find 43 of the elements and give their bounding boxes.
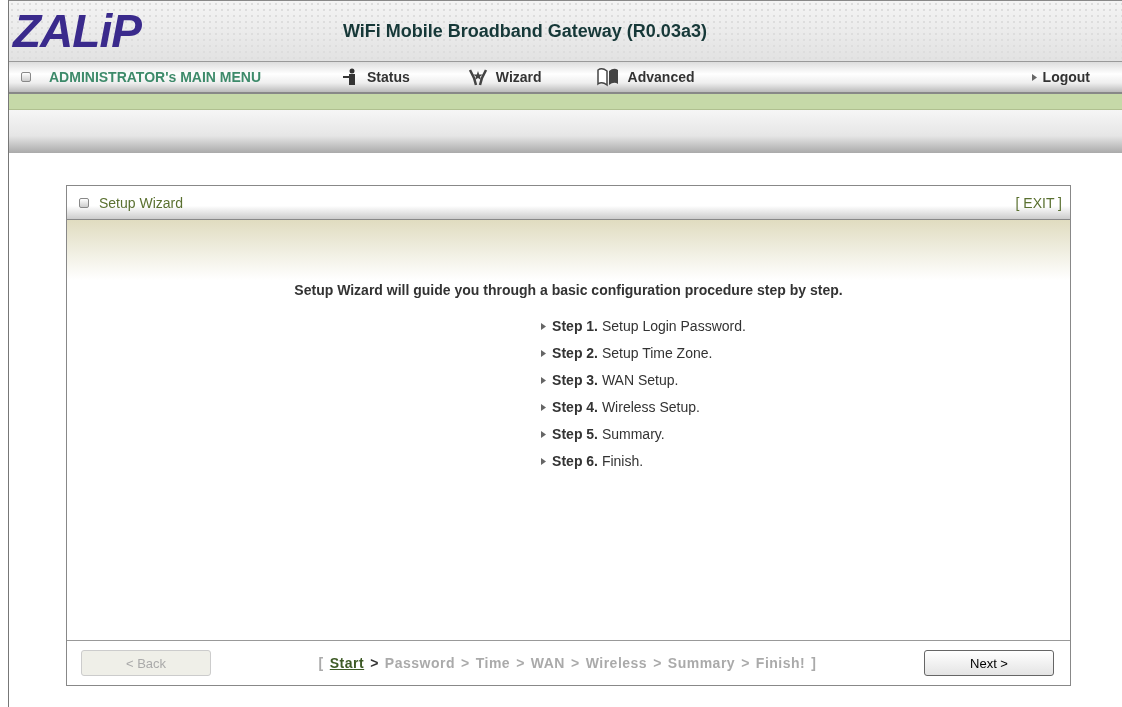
progress-step: Wireless — [585, 655, 648, 671]
step-text: Step 5. Summary. — [552, 426, 665, 442]
bullet-icon — [541, 376, 547, 384]
exit-link[interactable]: [ EXIT ] — [1015, 194, 1062, 211]
star-hands-icon — [467, 68, 488, 86]
bullet-icon — [541, 403, 547, 411]
menu-title: ADMINISTRATOR's MAIN MENU — [49, 69, 262, 85]
separator: > — [516, 655, 525, 671]
bracket: ] — [811, 655, 817, 671]
next-button[interactable]: Next > — [924, 650, 1054, 676]
logo: ZALiP — [11, 8, 143, 54]
progress-step: Finish! — [755, 655, 806, 671]
separator: > — [741, 655, 750, 671]
nav-link[interactable]: Status — [341, 68, 410, 86]
separator: > — [370, 655, 379, 671]
book-icon — [595, 67, 620, 87]
nav-link[interactable]: Advanced — [595, 67, 695, 87]
square-bullet-icon — [21, 72, 31, 82]
progress-step: Start — [329, 655, 365, 671]
square-bullet-icon — [79, 197, 89, 208]
panel-title: Setup Wizard — [99, 194, 184, 211]
progress-step: Password — [384, 655, 455, 671]
progress-step: Summary — [667, 655, 736, 671]
separator: > — [461, 655, 470, 671]
step-text: Step 4. Wireless Setup. — [552, 399, 700, 415]
step-text: Step 1. Setup Login Password. — [552, 318, 746, 334]
step-text: Step 2. Setup Time Zone. — [552, 345, 713, 361]
bullet-icon — [541, 457, 547, 465]
bullet-icon — [541, 349, 547, 357]
caret-icon — [1031, 73, 1037, 81]
progress-step: Time — [475, 655, 511, 671]
step-text: Step 6. Finish. — [552, 453, 644, 469]
bracket: [ — [318, 655, 324, 671]
bullet-icon — [541, 322, 547, 330]
step-text: Step 3. WAN Setup. — [552, 372, 679, 388]
separator: > — [653, 655, 662, 671]
separator: > — [571, 655, 580, 671]
bullet-icon — [541, 430, 547, 438]
nav-link[interactable]: Wizard — [467, 68, 542, 86]
progress-step: WAN — [530, 655, 565, 671]
logout-link[interactable]: Logout — [1031, 69, 1090, 85]
intro-text: Setup Wizard will guide you through a basic configuration procedure step by step. — [294, 282, 843, 298]
page-title: WiFi Mobile Broadband Gateway (R0.03a3) — [343, 20, 707, 42]
